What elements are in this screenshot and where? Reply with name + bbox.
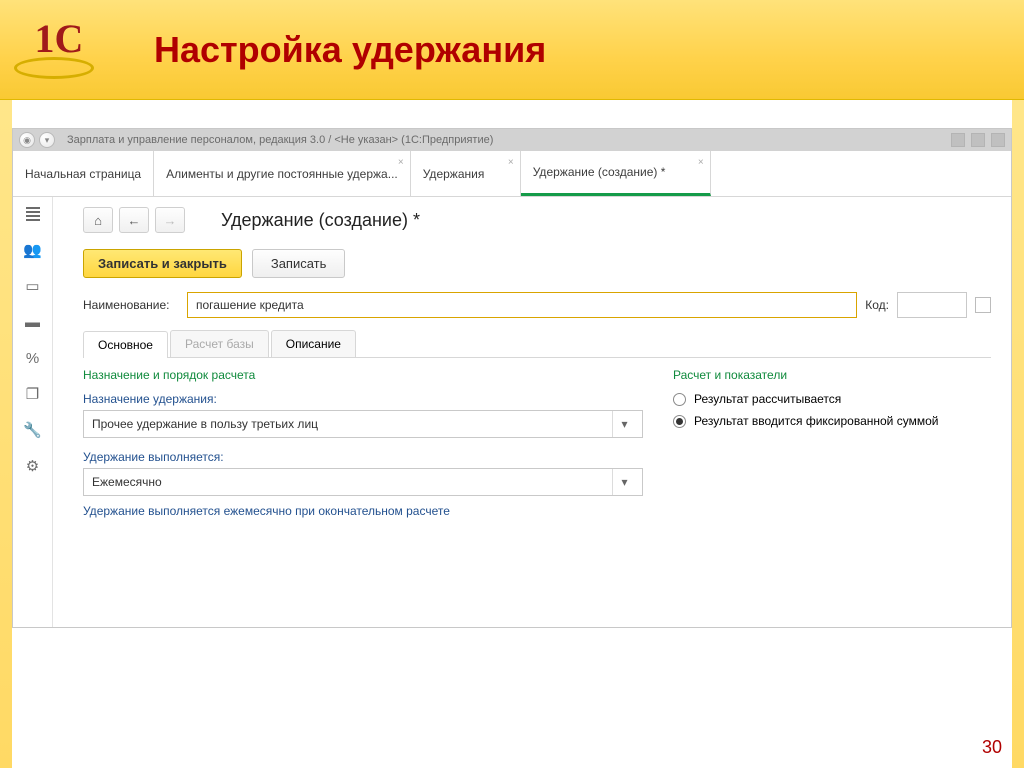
titlebar: ◉ ▾ Зарплата и управление персоналом, ре…: [13, 129, 1011, 151]
tab-label: Алименты и другие постоянные удержа...: [166, 167, 398, 181]
section-title-left: Назначение и порядок расчета: [83, 368, 643, 382]
slide-title: Настройка удержания: [154, 29, 546, 71]
close-icon[interactable]: ×: [398, 157, 404, 168]
subtab-description[interactable]: Описание: [271, 330, 356, 357]
schedule-label: Удержание выполняется:: [83, 450, 643, 464]
people-icon[interactable]: 👥: [23, 241, 43, 259]
logo-1c: 1С: [14, 15, 104, 85]
radio-icon: [673, 393, 686, 406]
rail-left: [0, 100, 12, 768]
window-menu-button[interactable]: ◉: [19, 132, 35, 148]
gear-icon[interactable]: ⚙: [23, 457, 43, 475]
name-input[interactable]: [187, 292, 857, 318]
titlebar-icon-2[interactable]: [971, 133, 985, 147]
chevron-down-icon: ▾: [612, 469, 636, 495]
section-title-right: Расчет и показатели: [673, 368, 991, 382]
subtab-main[interactable]: Основное: [83, 331, 168, 358]
slide-header: 1С Настройка удержания: [0, 0, 1024, 100]
titlebar-icon-1[interactable]: [951, 133, 965, 147]
content-area: ⌂ ← → Удержание (создание) * Записать и …: [53, 197, 1011, 627]
stage: ◉ ▾ Зарплата и управление персоналом, ре…: [12, 128, 1012, 628]
purpose-select[interactable]: Прочее удержание в пользу третьих лиц ▾: [83, 410, 643, 438]
window-dropdown-button[interactable]: ▾: [39, 132, 55, 148]
titlebar-icon-3[interactable]: [991, 133, 1005, 147]
page-title: Удержание (создание) *: [221, 210, 420, 231]
window-title: Зарплата и управление персоналом, редакц…: [67, 134, 951, 146]
radio-calculated[interactable]: Результат рассчитывается: [673, 392, 991, 406]
card-icon[interactable]: ▭: [23, 277, 43, 295]
save-close-button[interactable]: Записать и закрыть: [83, 249, 242, 278]
back-button[interactable]: ←: [119, 207, 149, 233]
save-button[interactable]: Записать: [252, 249, 346, 278]
logo-text: 1С: [35, 15, 84, 62]
tabstrip: Начальная страница Алименты и другие пос…: [13, 151, 1011, 197]
workspace: 👥 ▭ ▬ % ❐ 🔧 ⚙ ⌂ ← → Удержание (создание)…: [13, 197, 1011, 627]
radio-label: Результат вводится фиксированной суммой: [694, 414, 938, 428]
flag-checkbox[interactable]: [975, 297, 991, 313]
chevron-down-icon: ▾: [612, 411, 636, 437]
card2-icon[interactable]: ▬: [23, 313, 43, 331]
app-window: ◉ ▾ Зарплата и управление персоналом, ре…: [12, 128, 1012, 628]
close-icon[interactable]: ×: [698, 157, 704, 168]
tab-deduction-create[interactable]: Удержание (создание) * ×: [521, 151, 711, 196]
rail-right: [1012, 100, 1024, 768]
tab-label: Удержание (создание) *: [533, 165, 698, 179]
purpose-label: Назначение удержания:: [83, 392, 643, 406]
subtabs: Основное Расчет базы Описание: [83, 330, 991, 358]
percent-icon[interactable]: %: [23, 349, 43, 367]
menu-icon[interactable]: [23, 205, 43, 223]
code-label: Код:: [865, 298, 889, 312]
radio-label: Результат рассчитывается: [694, 392, 841, 406]
schedule-select[interactable]: Ежемесячно ▾: [83, 468, 643, 496]
home-button[interactable]: ⌂: [83, 207, 113, 233]
name-label: Наименование:: [83, 298, 179, 312]
wrench-icon[interactable]: 🔧: [23, 421, 43, 439]
schedule-hint: Удержание выполняется ежемесячно при око…: [83, 504, 643, 518]
logo-ring-icon: [14, 57, 94, 79]
tab-label: Удержания: [423, 167, 508, 181]
radio-fixed[interactable]: Результат вводится фиксированной суммой: [673, 414, 991, 428]
close-icon[interactable]: ×: [508, 157, 514, 168]
code-input[interactable]: [897, 292, 967, 318]
tab-label: Начальная страница: [25, 167, 141, 181]
radio-icon: [673, 415, 686, 428]
schedule-value: Ежемесячно: [92, 475, 162, 489]
docs-icon[interactable]: ❐: [23, 385, 43, 403]
subtab-base[interactable]: Расчет базы: [170, 330, 269, 357]
tab-home[interactable]: Начальная страница: [13, 151, 154, 196]
slide-number: 30: [982, 737, 1002, 758]
vertical-toolbar: 👥 ▭ ▬ % ❐ 🔧 ⚙: [13, 197, 53, 627]
forward-button[interactable]: →: [155, 207, 185, 233]
tab-deductions[interactable]: Удержания ×: [411, 151, 521, 196]
purpose-value: Прочее удержание в пользу третьих лиц: [92, 417, 318, 431]
tab-aliments[interactable]: Алименты и другие постоянные удержа... ×: [154, 151, 411, 196]
